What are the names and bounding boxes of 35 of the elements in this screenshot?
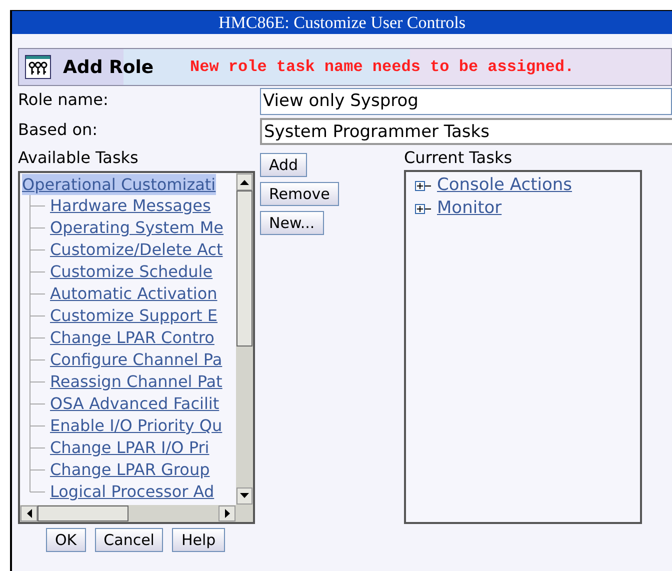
dialog-button[interactable]: Cancel bbox=[94, 528, 164, 552]
window-title: HMC86E: Customize User Controls bbox=[12, 11, 672, 34]
dialog-button[interactable]: OK bbox=[46, 528, 86, 552]
header-title: Add Role bbox=[63, 56, 155, 80]
status-message: New role task name needs to be assigned. bbox=[190, 57, 574, 78]
tree-item[interactable]: Operational Customizati bbox=[22, 174, 216, 195]
tree-item[interactable]: Customize Support E bbox=[50, 304, 218, 328]
tree-item[interactable]: Change LPAR Group bbox=[50, 458, 210, 482]
tree-item[interactable]: OSA Advanced Facilit bbox=[50, 392, 220, 416]
tree-item[interactable]: Console Actions bbox=[437, 172, 572, 198]
tree-item[interactable]: Change LPAR I/O Pri bbox=[50, 436, 210, 460]
action-button[interactable]: New... bbox=[260, 211, 324, 235]
tree-item[interactable]: Enable I/O Priority Qu bbox=[50, 414, 222, 438]
text-field[interactable]: View only Sysprog bbox=[260, 88, 672, 115]
dialog-button[interactable]: Help bbox=[172, 528, 225, 552]
field-label: Role name: bbox=[18, 89, 110, 111]
list-label: Current Tasks bbox=[404, 148, 514, 168]
tree-item[interactable]: Operating System Me bbox=[50, 216, 224, 240]
tree-item[interactable]: Configure Channel Pa bbox=[50, 348, 222, 372]
tree-item[interactable]: Automatic Activation bbox=[50, 282, 218, 306]
field-label: Based on: bbox=[18, 119, 99, 141]
tree-item[interactable]: Reassign Channel Pat bbox=[50, 370, 222, 394]
tree-item[interactable]: Customize/Delete Act bbox=[50, 238, 223, 262]
tree-item[interactable]: Logical Processor Ad bbox=[50, 480, 214, 504]
action-button[interactable]: Add bbox=[260, 153, 308, 177]
tree-item[interactable]: Hardware Messages bbox=[50, 194, 211, 218]
keys-icon bbox=[25, 55, 51, 79]
action-button[interactable]: Remove bbox=[260, 182, 339, 206]
tree-item[interactable]: Monitor bbox=[437, 196, 502, 222]
expand-icon[interactable] bbox=[415, 204, 431, 214]
text-field[interactable]: System Programmer Tasks bbox=[260, 118, 672, 145]
list-label: Available Tasks bbox=[18, 148, 140, 168]
tree-item[interactable]: Customize Schedule bbox=[50, 260, 213, 284]
tree-item[interactable]: Change LPAR Contro bbox=[50, 326, 214, 350]
expand-icon[interactable] bbox=[415, 180, 431, 190]
